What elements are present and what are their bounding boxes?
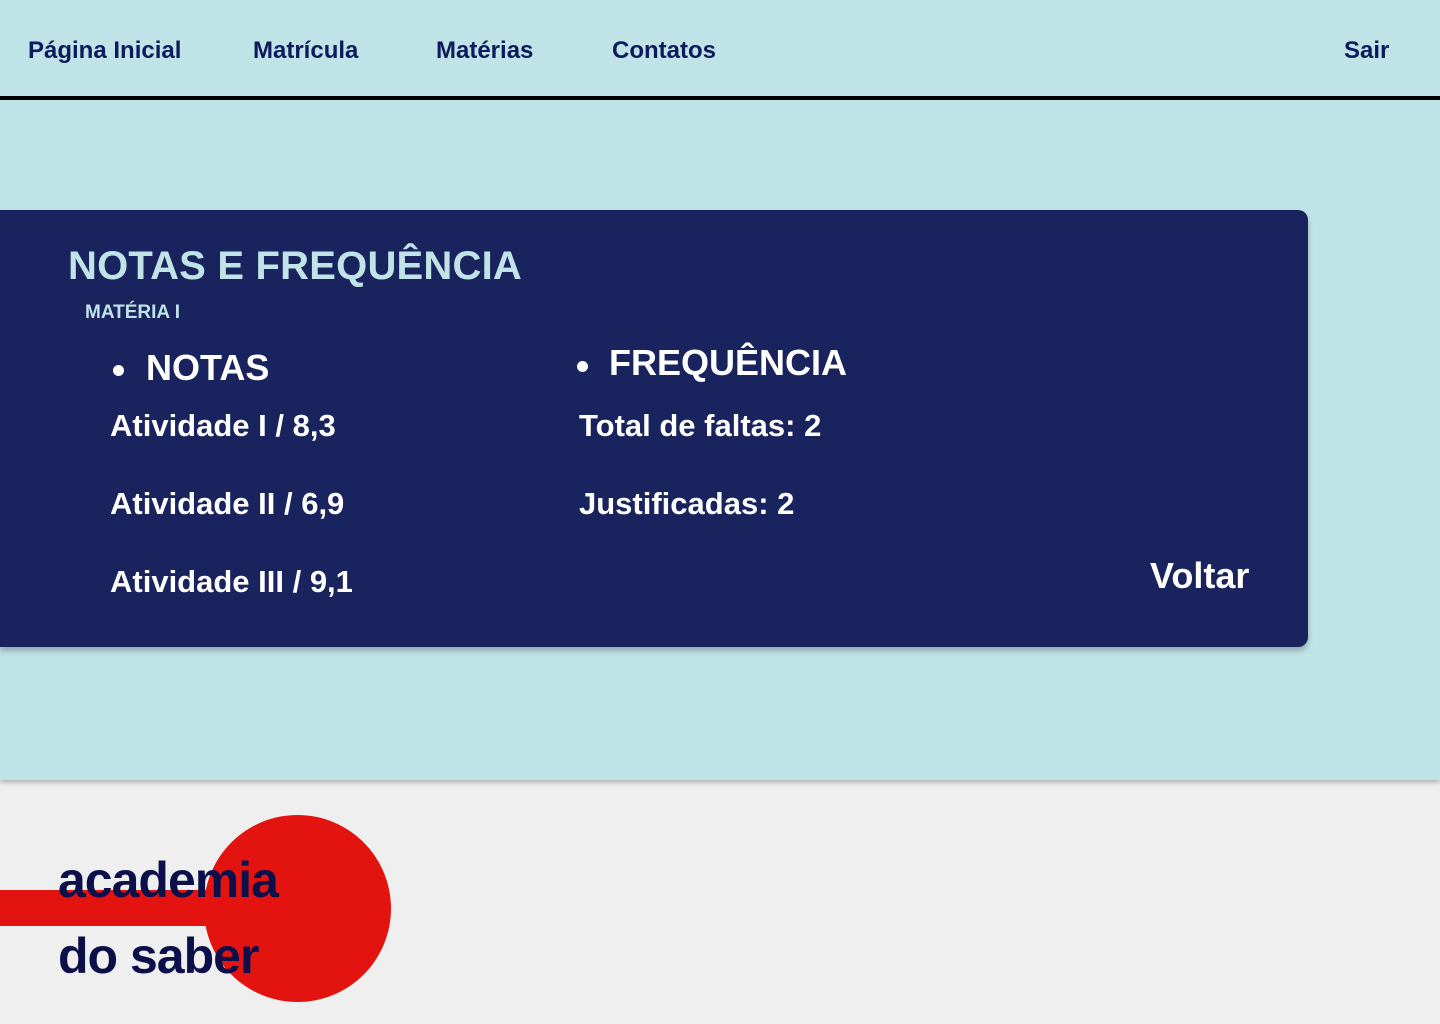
navbar: Página Inicial Matrícula Matérias Contat…	[0, 0, 1440, 100]
grades-bullet-icon	[113, 365, 124, 376]
back-button[interactable]: Voltar	[1150, 555, 1249, 597]
logo-text-line1: academia	[58, 852, 279, 908]
academy-logo[interactable]: academia do saber	[0, 815, 400, 1005]
nav-enrollment-link[interactable]: Matrícula	[253, 37, 358, 65]
nav-contacts-link[interactable]: Contatos	[612, 37, 716, 65]
absences-justified: Justificadas: 2	[579, 486, 795, 521]
grade-item: Atividade I / 8,3	[110, 408, 336, 443]
nav-home-link[interactable]: Página Inicial	[28, 37, 181, 65]
grades-heading: NOTAS	[146, 347, 270, 388]
logo-text-line2: do saber	[58, 928, 259, 984]
attendance-heading: FREQUÊNCIA	[609, 342, 848, 383]
logout-link[interactable]: Sair	[1344, 37, 1389, 65]
grade-item: Atividade II / 6,9	[110, 486, 345, 521]
absences-total: Total de faltas: 2	[579, 408, 822, 443]
subject-name: MATÉRIA I	[85, 302, 180, 323]
grade-item: Atividade III / 9,1	[110, 564, 353, 599]
page-title: NOTAS E FREQUÊNCIA	[68, 244, 522, 288]
nav-subjects-link[interactable]: Matérias	[436, 37, 533, 65]
attendance-bullet-icon	[577, 361, 588, 372]
